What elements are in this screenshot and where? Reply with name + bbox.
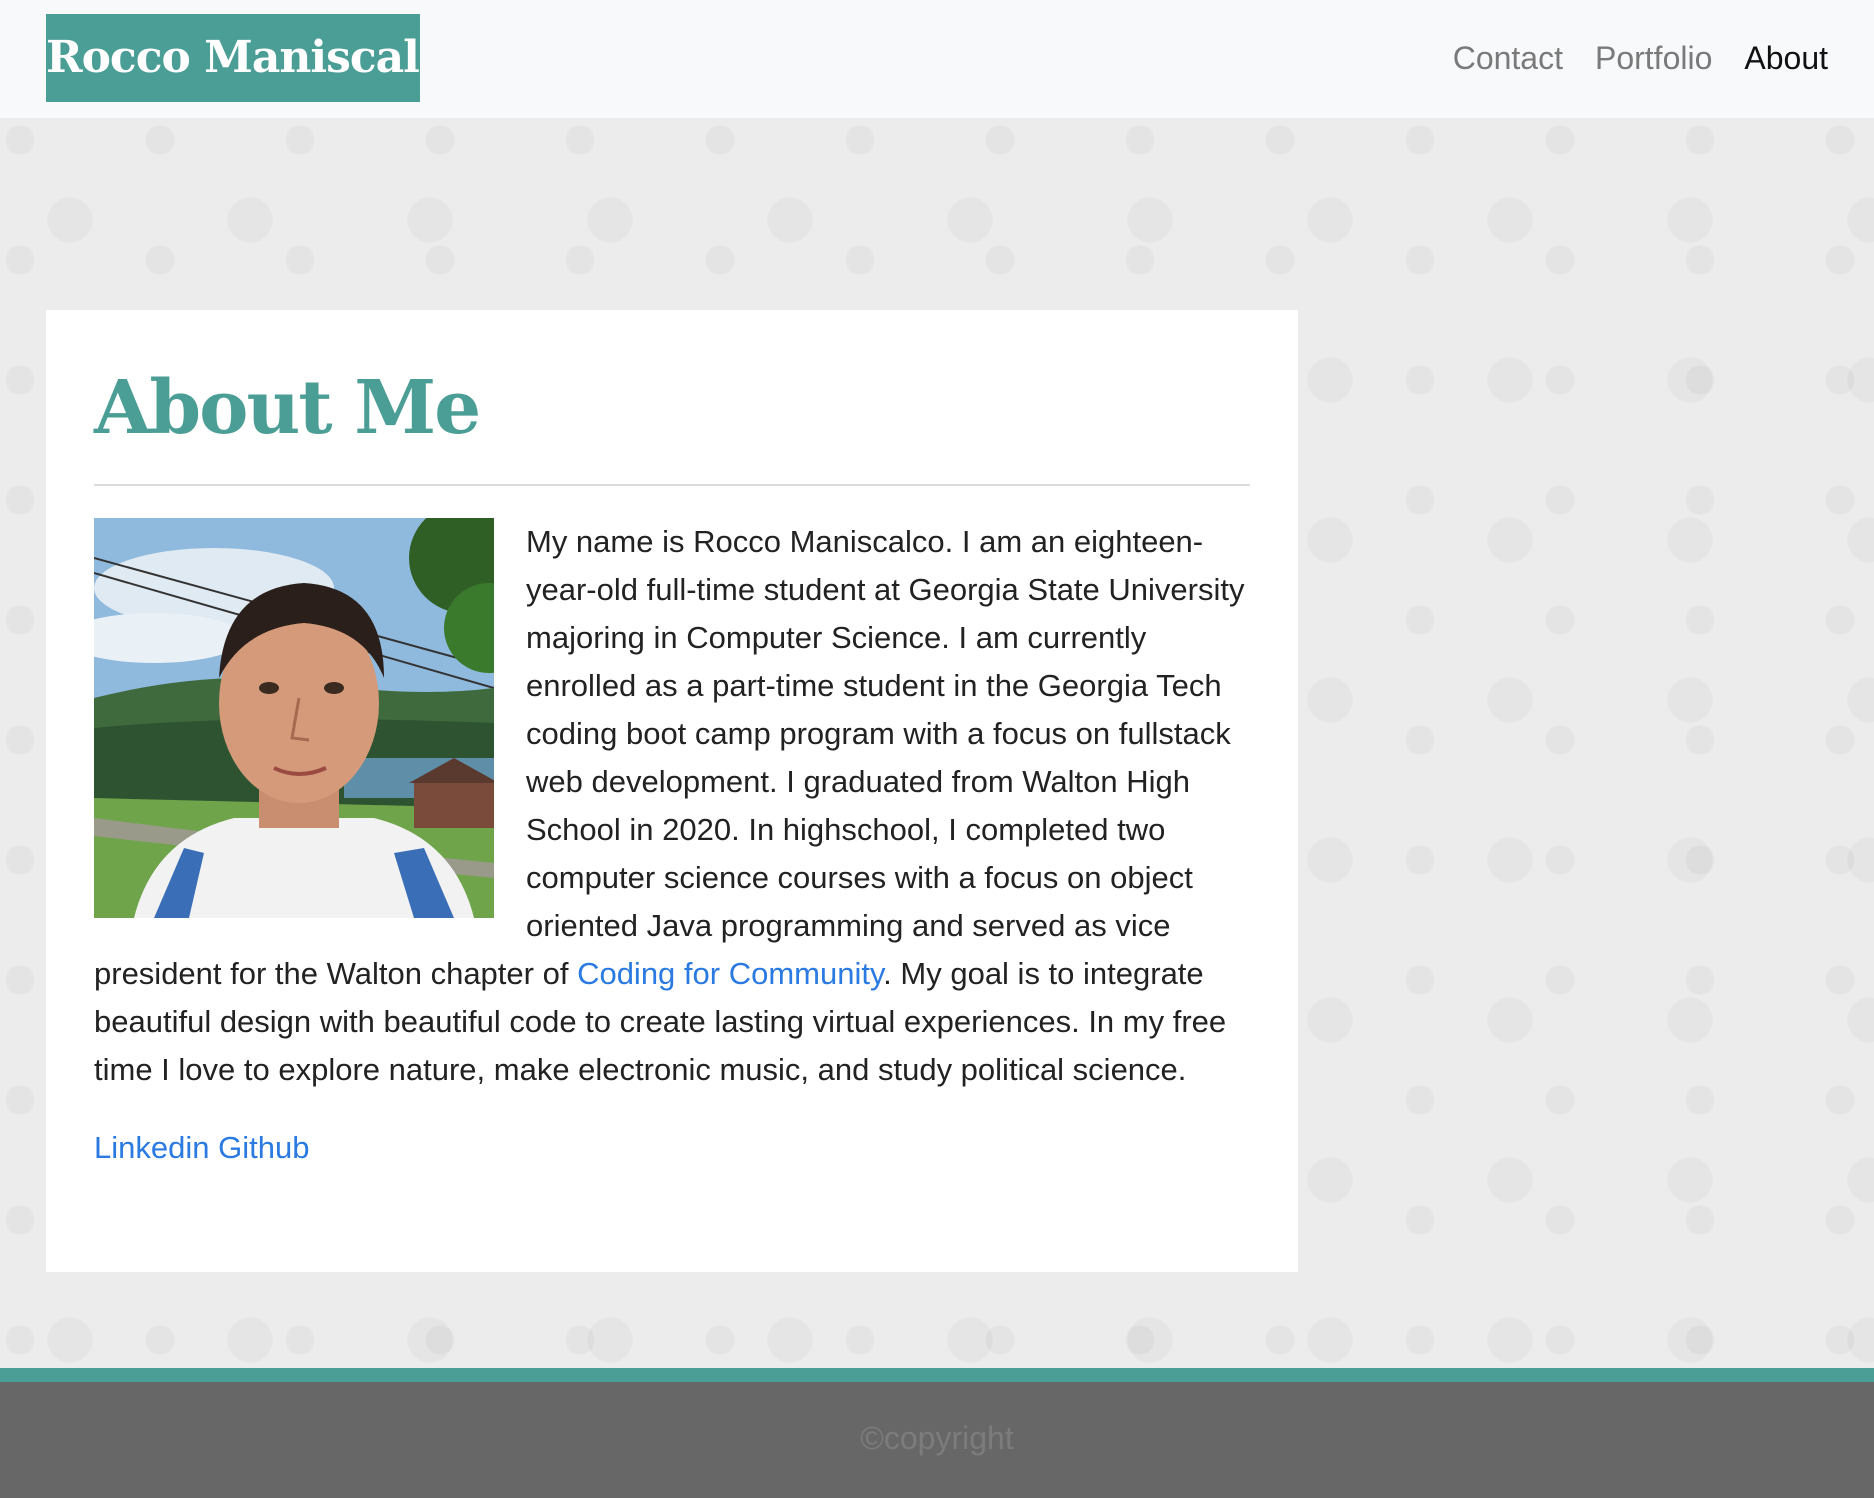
about-card: About Me My name is Rocco Maniscalco. I … [46, 310, 1298, 1272]
page-title: About Me [94, 365, 481, 451]
github-link[interactable]: Github [218, 1130, 309, 1165]
nav-links: Contact Portfolio About [1453, 32, 1828, 84]
divider [94, 484, 1250, 486]
profile-photo [94, 518, 494, 918]
social-links: Linkedin Github [94, 1124, 1250, 1172]
navbar: Rocco Maniscalco Contact Portfolio About [0, 0, 1874, 118]
coding-for-community-link[interactable]: Coding for Community [577, 956, 883, 991]
nav-link-portfolio[interactable]: Portfolio [1595, 32, 1712, 84]
brand-logo[interactable]: Rocco Maniscalco [46, 14, 420, 102]
copyright-text: ©copyright [860, 1420, 1014, 1456]
nav-link-contact[interactable]: Contact [1453, 32, 1563, 84]
nav-link-about[interactable]: About [1744, 32, 1828, 84]
footer: ©copyright [0, 1368, 1874, 1498]
linkedin-link[interactable]: Linkedin [94, 1130, 209, 1165]
